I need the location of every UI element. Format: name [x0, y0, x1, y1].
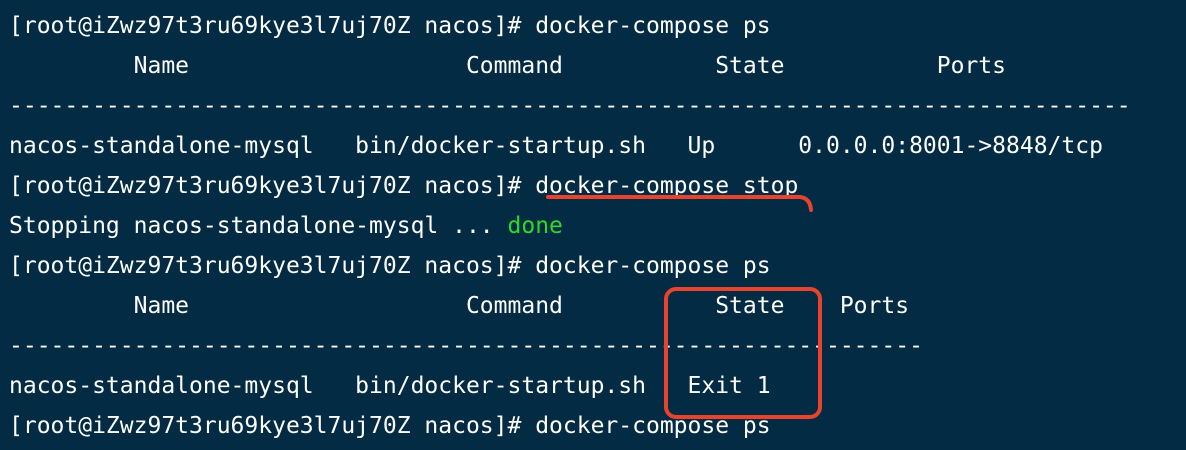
stopping-text: Stopping nacos-standalone-mysql ... — [9, 213, 508, 239]
done-status: done — [507, 213, 563, 239]
terminal-window[interactable]: [root@iZwz97t3ru69kye3l7uj70Z nacos]# do… — [0, 0, 1186, 450]
ps-divider: ----------------------------------------… — [9, 93, 1131, 119]
command-line: [root@iZwz97t3ru69kye3l7uj70Z nacos]# do… — [9, 13, 771, 39]
command-line: [root@iZwz97t3ru69kye3l7uj70Z nacos]# do… — [9, 413, 771, 439]
ps-row: nacos-standalone-mysql bin/docker-startu… — [9, 133, 1103, 159]
ps-header-row: Name Command State Ports — [9, 53, 1131, 79]
ps-header-row: Name Command State Ports — [9, 293, 910, 319]
stopping-output: Stopping nacos-standalone-mysql ... done — [9, 206, 563, 246]
command-line: [root@iZwz97t3ru69kye3l7uj70Z nacos]# do… — [9, 253, 771, 279]
ps-divider: ----------------------------------------… — [9, 333, 923, 359]
command-line-stop: [root@iZwz97t3ru69kye3l7uj70Z nacos]# do… — [9, 173, 799, 199]
ps-row-exited: nacos-standalone-mysql bin/docker-startu… — [9, 373, 771, 399]
